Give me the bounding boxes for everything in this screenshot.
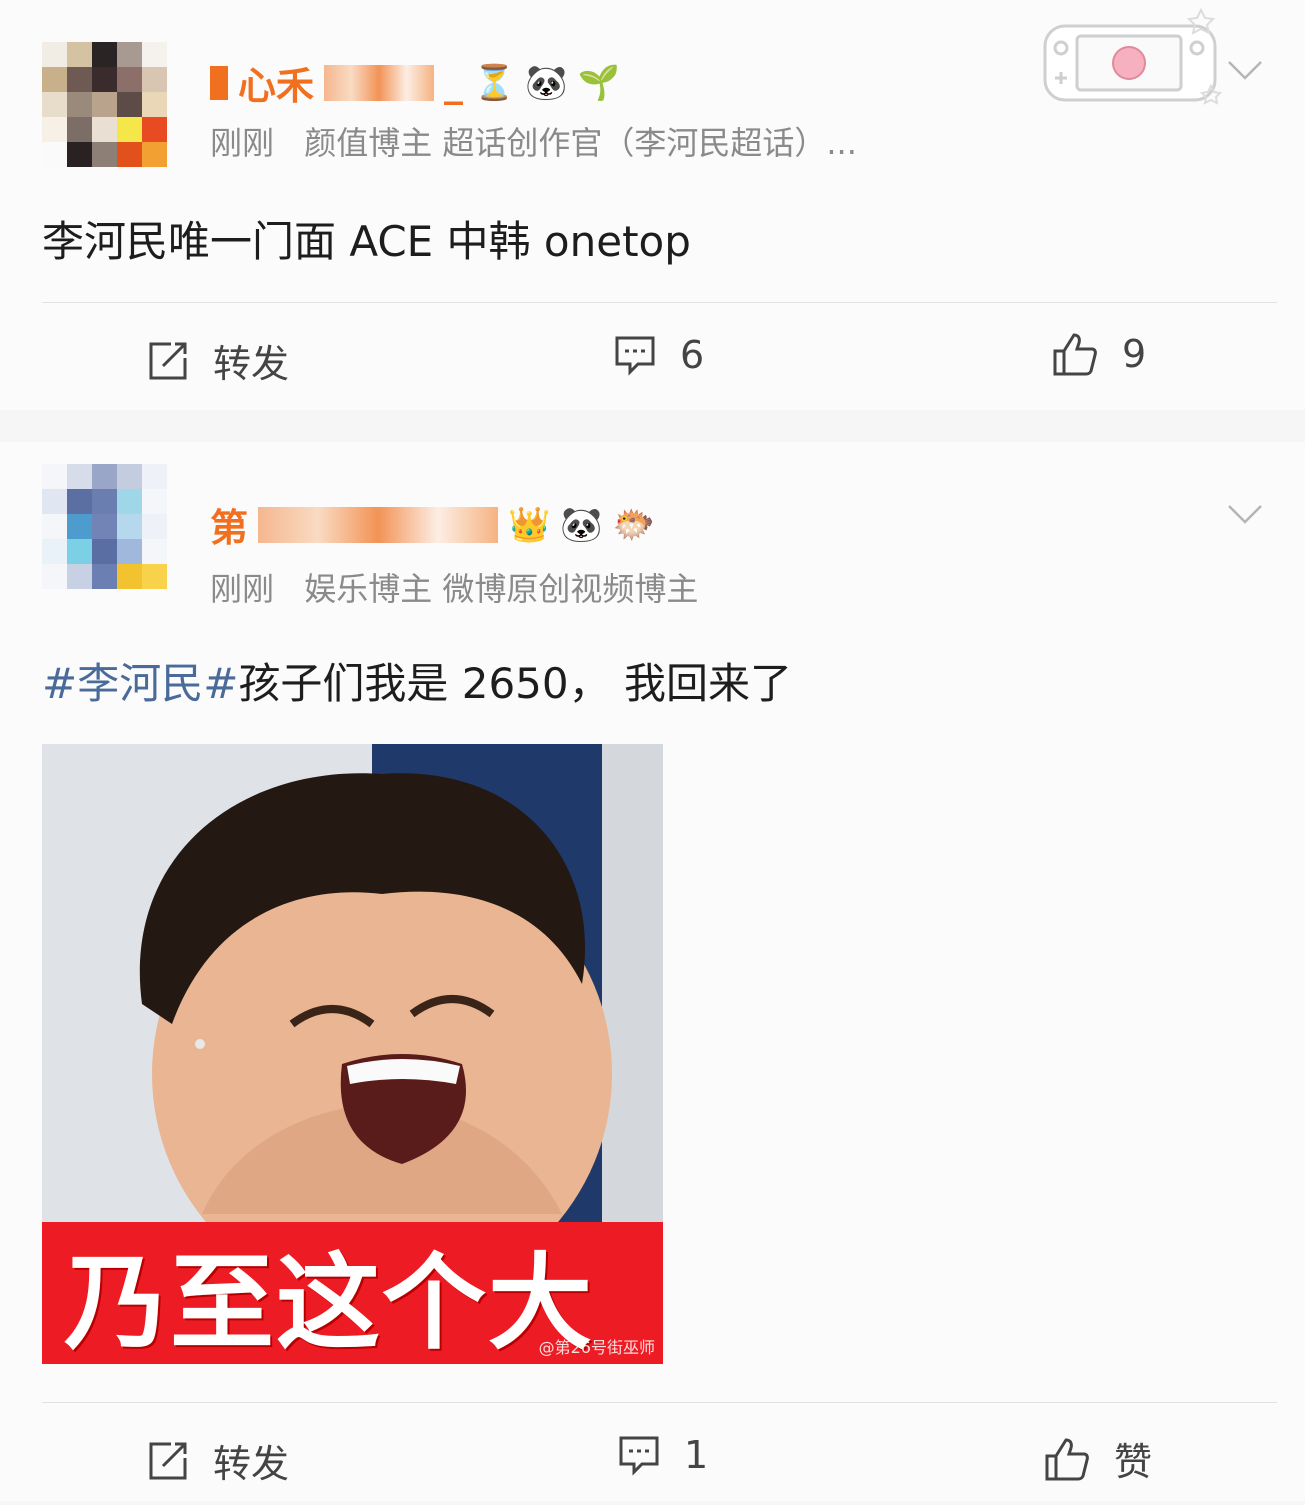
weibo-post-1: 心禾 _ ⏳ 🐼 🌱 刚刚 颜值博主 超话创作官（李河民超话）... 李河民唯一…: [0, 0, 1305, 410]
hourglass-badge-icon: ⏳: [473, 62, 516, 103]
post-actions: 转发 1 赞: [0, 1405, 1305, 1505]
repost-icon: [149, 342, 187, 379]
like-button[interactable]: 赞: [1044, 1431, 1152, 1486]
divider: [42, 302, 1277, 303]
post-text: #李河民#孩子们我是 2650， 我回来了: [42, 650, 792, 711]
comment-button[interactable]: 6: [614, 333, 704, 377]
like-count: 9: [1122, 332, 1147, 376]
post-text-body: 孩子们我是 2650， 我回来了: [238, 659, 792, 708]
game-console-decoration: [1043, 8, 1223, 105]
post-image[interactable]: 乃至这个大 @第26号街巫师: [42, 744, 663, 1364]
post-actions: 转发 6 9: [0, 305, 1305, 405]
author-name-text: 第: [210, 506, 249, 550]
topic-link[interactable]: #李河民#: [42, 659, 238, 708]
repost-button[interactable]: 转发: [147, 333, 289, 388]
author-tags: 颜值博主 超话创作官（李河民超话）...: [304, 124, 857, 162]
avatar[interactable]: [42, 464, 167, 589]
comment-count: 6: [680, 333, 705, 377]
repost-icon: [149, 1442, 187, 1479]
weibo-post-2: 第 👑 🐼 🐡 刚刚 娱乐博主 微博原创视频博主 #李河民#孩子们我是 2650…: [0, 442, 1305, 1501]
chevron-down-icon[interactable]: [1225, 494, 1265, 534]
panda-badge-icon: 🐼: [560, 504, 603, 545]
comment-button[interactable]: 1: [618, 1433, 708, 1477]
post-meta: 刚刚 娱乐博主 微博原创视频博主: [210, 564, 698, 610]
post-text: 李河民唯一门面 ACE 中韩 onetop: [42, 217, 691, 266]
comment-count: 1: [684, 1433, 709, 1477]
sprout-badge-icon: 🌱: [577, 62, 621, 103]
chevron-down-icon[interactable]: [1225, 50, 1265, 90]
pufferfish-badge-icon: 🐡: [612, 504, 656, 545]
panda-badge-icon: 🐼: [525, 62, 568, 103]
author-name[interactable]: 第 👑 🐼 🐡: [210, 497, 655, 552]
like-label: 赞: [1114, 1440, 1153, 1484]
post-meta: 刚刚 颜值博主 超话创作官（李河民超话）...: [210, 118, 857, 164]
author-tags: 娱乐博主 微博原创视频博主: [304, 570, 699, 608]
repost-label: 转发: [213, 1442, 290, 1486]
author-name-end: _: [444, 60, 464, 105]
like-button[interactable]: 9: [1052, 331, 1146, 377]
author-name-blurred: [324, 64, 435, 101]
image-watermark: @第26号街巫师: [538, 1338, 655, 1357]
comment-icon: [619, 1436, 659, 1476]
post-time: 刚刚: [210, 570, 275, 608]
author-name-text: 心禾: [238, 64, 315, 108]
meme-photo: [42, 744, 663, 1224]
post-time: 刚刚: [210, 124, 275, 162]
like-icon: [1053, 333, 1097, 376]
repost-label: 转发: [213, 342, 290, 386]
like-icon: [1045, 1437, 1089, 1480]
comment-icon: [615, 336, 655, 376]
author-name[interactable]: 心禾 _ ⏳ 🐼 🌱: [210, 55, 620, 110]
crown-badge-icon: 👑: [508, 504, 551, 545]
divider: [42, 1402, 1277, 1403]
author-name-blurred: [258, 506, 499, 543]
repost-button[interactable]: 转发: [147, 1433, 289, 1488]
avatar[interactable]: [42, 42, 167, 167]
meme-caption: 乃至这个大: [64, 1241, 595, 1364]
